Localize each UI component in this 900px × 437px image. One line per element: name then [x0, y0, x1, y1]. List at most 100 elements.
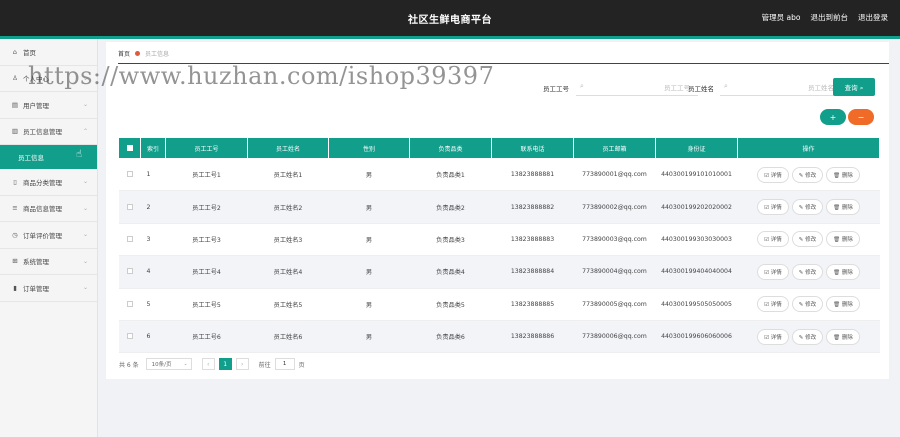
edit-button[interactable]: ✎ 修改 [791, 166, 824, 183]
cell-category: 负责品类1 [409, 158, 492, 192]
cell-staff-id: 员工工号6 [165, 320, 248, 354]
delete-button[interactable]: 🗑 删除 [826, 231, 860, 248]
cell-gender: 男 [328, 288, 410, 321]
cell-category: 负责品类2 [409, 190, 492, 224]
header-accent-line [0, 36, 900, 39]
detail-button[interactable]: ☑ 详情 [757, 199, 789, 216]
grid-icon: ⊞ [12, 257, 18, 266]
chevron-down-icon: ⌄ [183, 361, 188, 367]
admin-label[interactable]: 管理员 abo [762, 12, 801, 23]
cell-email: 773890005@qq.com [573, 288, 656, 321]
page-number-button[interactable]: 1 [218, 358, 232, 370]
col-header-gender: 性别 [328, 137, 410, 159]
sidebar-item-home[interactable]: ⌂ 首页 [0, 39, 97, 66]
row-checkbox[interactable] [118, 288, 141, 321]
sidebar-item-users[interactable]: ▤ 用户管理 ⌄ [0, 92, 97, 119]
sidebar-item-staff-management[interactable]: ▥ 员工信息管理 ⌃ [0, 119, 97, 145]
sidebar-subitem-staff-info[interactable]: 员工信息 ☝ [0, 145, 97, 169]
cell-staff-name: 员工姓名2 [247, 190, 329, 224]
batch-delete-button[interactable]: − [848, 109, 874, 125]
pagination: 共 6 条 10条/页 ⌄ ‹ 1 › 前往 1 页 [119, 358, 305, 370]
staff-id-label: 员工工号 [543, 85, 569, 93]
add-button[interactable]: + [820, 109, 846, 125]
cell-staff-name: 员工姓名1 [247, 158, 329, 192]
cell-id-card: 440300199404040004 [655, 255, 738, 289]
row-checkbox[interactable] [118, 320, 141, 354]
cell-staff-id: 员工工号1 [165, 158, 248, 192]
goto-suffix: 页 [298, 361, 305, 369]
staff-name-placeholder: 员工姓名 [808, 83, 834, 92]
cell-email: 773890006@qq.com [573, 320, 656, 354]
sidebar-item-label: 订单评价管理 [23, 231, 62, 240]
edit-button[interactable]: ✎ 修改 [791, 328, 824, 345]
list-icon: ▤ [11, 100, 19, 109]
edit-button[interactable]: ✎ 修改 [791, 296, 824, 313]
col-header-staff-name: 员工姓名 [247, 137, 329, 159]
chevron-up-icon: ⌃ [82, 127, 88, 135]
sidebar-item-label: 员工信息 [18, 154, 44, 162]
cell-id-card: 440300199101010001 [655, 158, 738, 192]
delete-button[interactable]: 🗑 删除 [826, 296, 860, 313]
staff-id-input[interactable]: ⌕ 员工工号 [576, 78, 698, 96]
chevron-down-icon: ⌄ [82, 74, 88, 82]
goto-page-input[interactable]: 1 [274, 358, 295, 370]
row-checkbox[interactable] [118, 255, 141, 289]
sidebar-item-product-info[interactable]: ≡ 商品信息管理 ⌄ [0, 196, 97, 222]
prev-page-button[interactable]: ‹ [201, 358, 215, 370]
breadcrumb: 首页 员工信息 [118, 49, 169, 58]
edit-button[interactable]: ✎ 修改 [791, 263, 824, 280]
query-button[interactable]: 查询 ⌕ [833, 78, 875, 96]
detail-button[interactable]: ☑ 详情 [757, 231, 789, 248]
sidebar-item-product-category[interactable]: ▯ 商品分类管理 ⌄ [0, 169, 97, 196]
cell-gender: 男 [328, 190, 410, 224]
cell-index: 4 [140, 255, 166, 289]
delete-button[interactable]: 🗑 删除 [826, 199, 860, 216]
chevron-down-icon: ⌄ [82, 231, 88, 239]
delete-button[interactable]: 🗑 删除 [826, 166, 860, 183]
cell-staff-id: 员工工号3 [165, 223, 248, 257]
cell-index: 1 [140, 158, 166, 192]
cell-phone: 13823888882 [491, 190, 574, 224]
sidebar-item-label: 商品分类管理 [23, 178, 62, 187]
cell-email: 773890004@qq.com [573, 255, 656, 289]
page-size-select[interactable]: 10条/页 ⌄ [145, 358, 192, 370]
row-checkbox[interactable] [118, 158, 141, 192]
staff-name-input[interactable]: ⌕ 员工姓名 [720, 78, 842, 96]
edit-button[interactable]: ✎ 修改 [791, 231, 824, 248]
table-row: 6 员工工号6 员工姓名6 男负责品类6 13823888886 773890006@qq… [118, 320, 880, 354]
select-all-checkbox[interactable] [118, 137, 141, 159]
logout-link[interactable]: 退出登录 [858, 12, 888, 23]
chart-icon: ▥ [11, 127, 19, 136]
cell-phone: 13823888886 [491, 320, 574, 354]
to-frontend-link[interactable]: 退出到前台 [811, 12, 849, 23]
detail-button[interactable]: ☑ 详情 [757, 263, 789, 280]
cell-category: 负责品类3 [409, 223, 492, 257]
cell-index: 6 [140, 320, 166, 354]
sidebar: ⌂ 首页 ♙ 个人中心 ⌄ ▤ 用户管理 ⌄ ▥ 员工信息管理 ⌃ 员工信息 ☝… [0, 39, 98, 437]
delete-button[interactable]: 🗑 删除 [826, 328, 860, 345]
breadcrumb-home[interactable]: 首页 [118, 49, 130, 58]
staff-id-placeholder: 员工工号 [664, 83, 690, 92]
sidebar-item-profile[interactable]: ♙ 个人中心 ⌄ [0, 66, 97, 92]
detail-button[interactable]: ☑ 详情 [757, 166, 789, 183]
sidebar-item-label: 商品信息管理 [23, 205, 62, 214]
breadcrumb-divider [118, 63, 889, 64]
detail-button[interactable]: ☑ 详情 [757, 296, 789, 313]
sidebar-item-system[interactable]: ⊞ 系统管理 ⌄ [0, 249, 97, 275]
cell-index: 2 [140, 190, 166, 224]
detail-button[interactable]: ☑ 详情 [757, 328, 789, 345]
sidebar-item-orders[interactable]: ▮ 订单管理 ⌄ [0, 275, 97, 302]
cell-actions: ☑ 详情 ✎ 修改 🗑 删除 [737, 190, 880, 224]
col-header-phone: 联系电话 [491, 137, 574, 159]
sidebar-item-order-review[interactable]: ◷ 订单评价管理 ⌄ [0, 222, 97, 249]
search-icon: ⌕ [580, 82, 584, 90]
next-page-button[interactable]: › [235, 358, 249, 370]
sidebar-item-label: 员工信息管理 [23, 128, 62, 137]
row-checkbox[interactable] [118, 223, 141, 257]
col-header-staff-id: 员工工号 [165, 137, 248, 159]
edit-button[interactable]: ✎ 修改 [791, 199, 824, 216]
delete-button[interactable]: 🗑 删除 [826, 263, 860, 280]
cell-actions: ☑ 详情 ✎ 修改 🗑 删除 [737, 255, 880, 289]
top-bar-actions: 管理员 abo 退出到前台 退出登录 [762, 12, 888, 23]
row-checkbox[interactable] [118, 190, 141, 224]
